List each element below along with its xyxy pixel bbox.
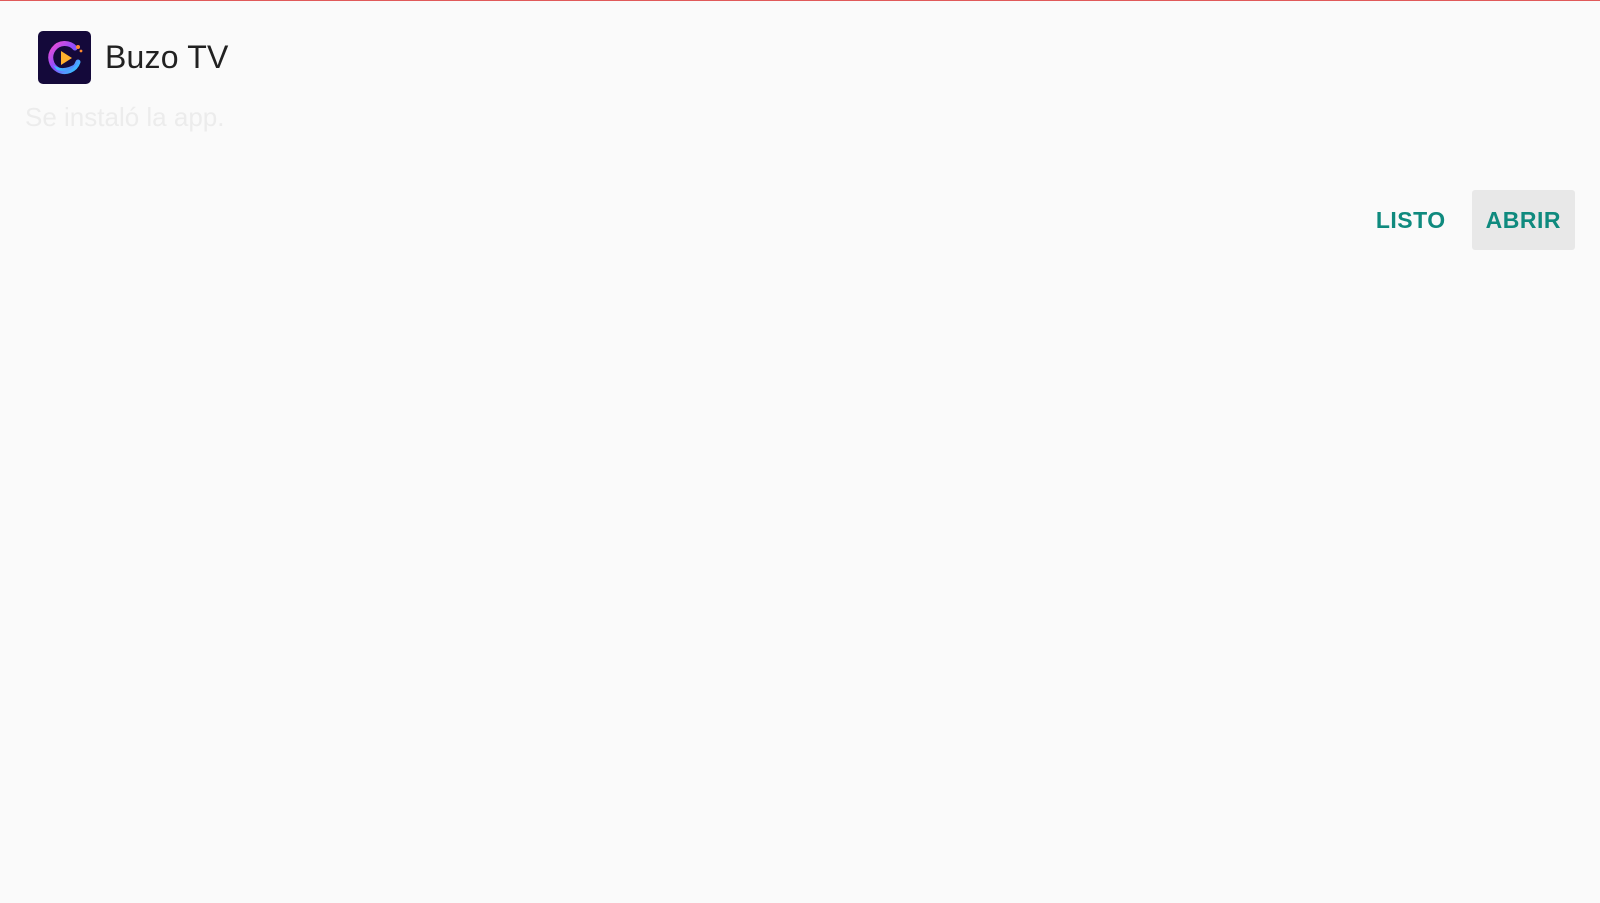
done-button[interactable]: LISTO [1362, 190, 1460, 250]
buzo-tv-logo-icon [38, 31, 91, 84]
dialog-actions: LISTO ABRIR [1362, 190, 1575, 250]
open-button[interactable]: ABRIR [1471, 190, 1575, 250]
app-name: Buzo TV [105, 39, 229, 75]
install-status-message: Se instaló la app. [25, 102, 225, 132]
app-header: Buzo TV [38, 31, 229, 84]
top-border-line [0, 0, 1600, 1]
